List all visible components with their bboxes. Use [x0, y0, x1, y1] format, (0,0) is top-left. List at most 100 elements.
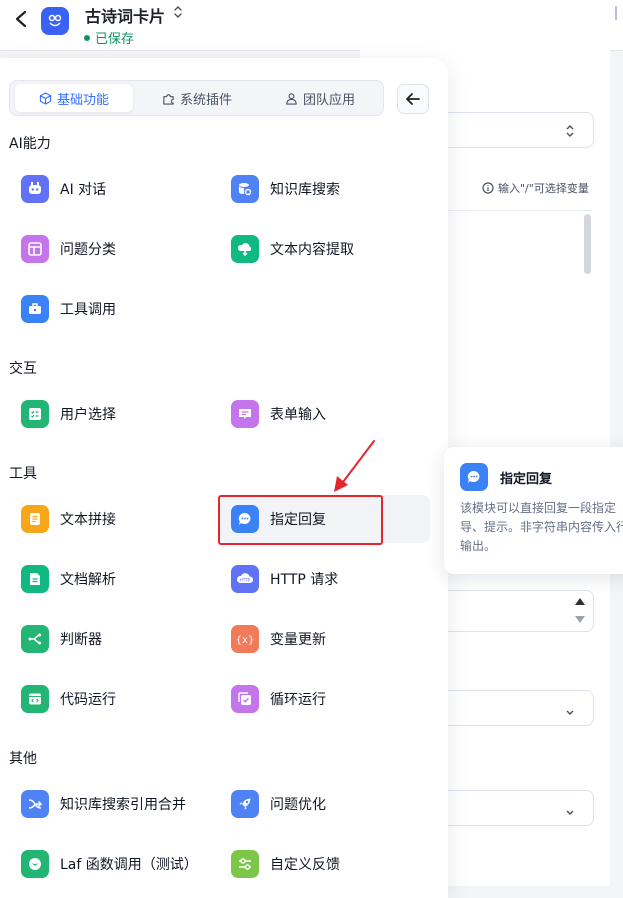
cube-icon [39, 91, 52, 105]
sliders-icon [231, 850, 259, 878]
merge-arrow-icon [21, 790, 49, 818]
robot-icon [21, 175, 49, 203]
module-label: 用户选择 [60, 407, 116, 423]
option-select-2[interactable] [440, 790, 594, 826]
module-citation-merge[interactable]: 知识库搜索引用合并 [10, 780, 205, 828]
module-doc-parse[interactable]: 文档解析 [10, 555, 205, 603]
form-icon [231, 400, 259, 428]
tab-system-plugins[interactable]: 系统插件 [138, 84, 256, 112]
module-user-select[interactable]: 用户选择 [10, 390, 205, 438]
module-label: 知识库搜索 [270, 182, 340, 198]
database-search-icon [231, 175, 259, 203]
annotation-arrow-icon [334, 440, 375, 492]
module-http-request[interactable]: HTTP HTTP 请求 [220, 555, 430, 603]
info-icon [482, 182, 494, 194]
module-tool-call[interactable]: 工具调用 [10, 285, 205, 333]
module-label: Laf 函数调用（测试） [60, 857, 198, 873]
section-title-interaction: 交互 [9, 361, 37, 377]
section-title-tools: 工具 [9, 466, 37, 482]
module-label: 问题优化 [270, 797, 326, 813]
module-question-optimize[interactable]: 问题优化 [220, 780, 430, 828]
back-icon[interactable] [10, 8, 32, 30]
file-icon [21, 565, 49, 593]
module-laf-function[interactable]: Laf 函数调用（测试） [10, 840, 205, 888]
number-input[interactable] [440, 590, 594, 632]
prompt-textarea[interactable] [440, 210, 592, 461]
tooltip-description: 该模块可以直接回复一段指定导、提示。非字符串内容传入行输出。 [460, 501, 623, 553]
svg-text:HTTP: HTTP [240, 578, 251, 583]
variable-hint-text: 输入"/"可选择变量 [498, 182, 589, 195]
svg-text:{x}: {x} [236, 635, 254, 646]
module-label: 文本拼接 [60, 512, 116, 528]
module-code-run[interactable]: 代码运行 [10, 675, 205, 723]
top-bar: 古诗词卡片 已保存 [0, 0, 623, 51]
module-variable-update[interactable]: {x} 变量更新 [220, 615, 430, 663]
section-title-ai: AI能力 [9, 136, 51, 152]
http-cloud-icon: HTTP [231, 565, 259, 593]
tab-label: 团队应用 [302, 92, 355, 108]
module-label: 变量更新 [270, 632, 326, 648]
checklist-icon [21, 400, 49, 428]
module-label: 知识库搜索引用合并 [60, 797, 186, 813]
chevron-down-icon [565, 702, 575, 721]
tooltip-title: 指定回复 [500, 472, 553, 487]
module-custom-feedback[interactable]: 自定义反馈 [220, 840, 430, 888]
module-label: 工具调用 [60, 302, 116, 318]
module-label: AI 对话 [60, 182, 107, 198]
chevron-down-icon [565, 802, 575, 821]
module-label: 文本内容提取 [270, 242, 354, 258]
module-text-concat[interactable]: 文本拼接 [10, 495, 205, 543]
module-loop-run[interactable]: 循环运行 [220, 675, 430, 723]
decrement-icon[interactable] [575, 616, 585, 623]
tab-basic-functions[interactable]: 基础功能 [15, 84, 133, 112]
rocket-icon [231, 790, 259, 818]
module-content-extract[interactable]: 文本内容提取 [220, 225, 430, 273]
layout-icon [21, 235, 49, 263]
module-label: HTTP 请求 [270, 572, 339, 588]
branch-icon [21, 625, 49, 653]
module-ai-chat[interactable]: AI 对话 [10, 165, 205, 213]
chevron-up-down-icon [565, 123, 575, 142]
cloud-extract-icon [231, 235, 259, 263]
module-label: 问题分类 [60, 242, 116, 258]
save-status: 已保存 [84, 28, 134, 47]
module-question-classify[interactable]: 问题分类 [10, 225, 205, 273]
variable-hint: 输入"/"可选择变量 [482, 180, 589, 196]
module-picker-popup: 基础功能 系统插件 团队应用 AI能力 AI 对话 知识库搜索 问题分类 文本内… [0, 58, 448, 898]
module-condition[interactable]: 判断器 [10, 615, 205, 663]
puzzle-icon [163, 93, 174, 105]
increment-icon[interactable] [575, 598, 585, 605]
model-select[interactable] [440, 112, 594, 148]
save-status-label: 已保存 [95, 32, 135, 47]
app-title[interactable]: 古诗词卡片 [85, 3, 165, 27]
module-label: 判断器 [60, 632, 102, 648]
module-form-input[interactable]: 表单输入 [220, 390, 430, 438]
tab-label: 基础功能 [56, 92, 109, 108]
code-window-icon [21, 685, 49, 713]
module-label: 表单输入 [270, 407, 326, 423]
document-text-icon [21, 505, 49, 533]
module-label: 循环运行 [270, 692, 326, 708]
collapse-button[interactable] [397, 84, 429, 114]
arrow-left-icon [406, 93, 420, 105]
option-select[interactable] [440, 690, 594, 726]
tab-team-apps[interactable]: 团队应用 [261, 84, 379, 112]
variable-icon: {x} [231, 625, 259, 653]
app-logo-icon [41, 7, 69, 35]
module-label: 自定义反馈 [270, 857, 340, 873]
module-label: 文档解析 [60, 572, 116, 588]
module-knowledge-search[interactable]: 知识库搜索 [220, 165, 430, 213]
user-icon [286, 92, 297, 105]
laf-leaf-icon [21, 850, 49, 878]
toolbox-icon [21, 295, 49, 323]
chevron-up-down-icon[interactable] [172, 4, 184, 20]
scrollbar-thumb[interactable] [584, 214, 591, 274]
module-label: 代码运行 [60, 692, 116, 708]
chat-bubble-icon [460, 463, 488, 491]
section-title-others: 其他 [9, 751, 37, 767]
loop-check-icon [231, 685, 259, 713]
status-dot-icon [84, 34, 90, 41]
tab-label: 系统插件 [179, 92, 232, 108]
highlight-box [218, 495, 383, 545]
module-tooltip: 指定回复 该模块可以直接回复一段指定导、提示。非字符串内容传入行输出。 [444, 447, 623, 574]
